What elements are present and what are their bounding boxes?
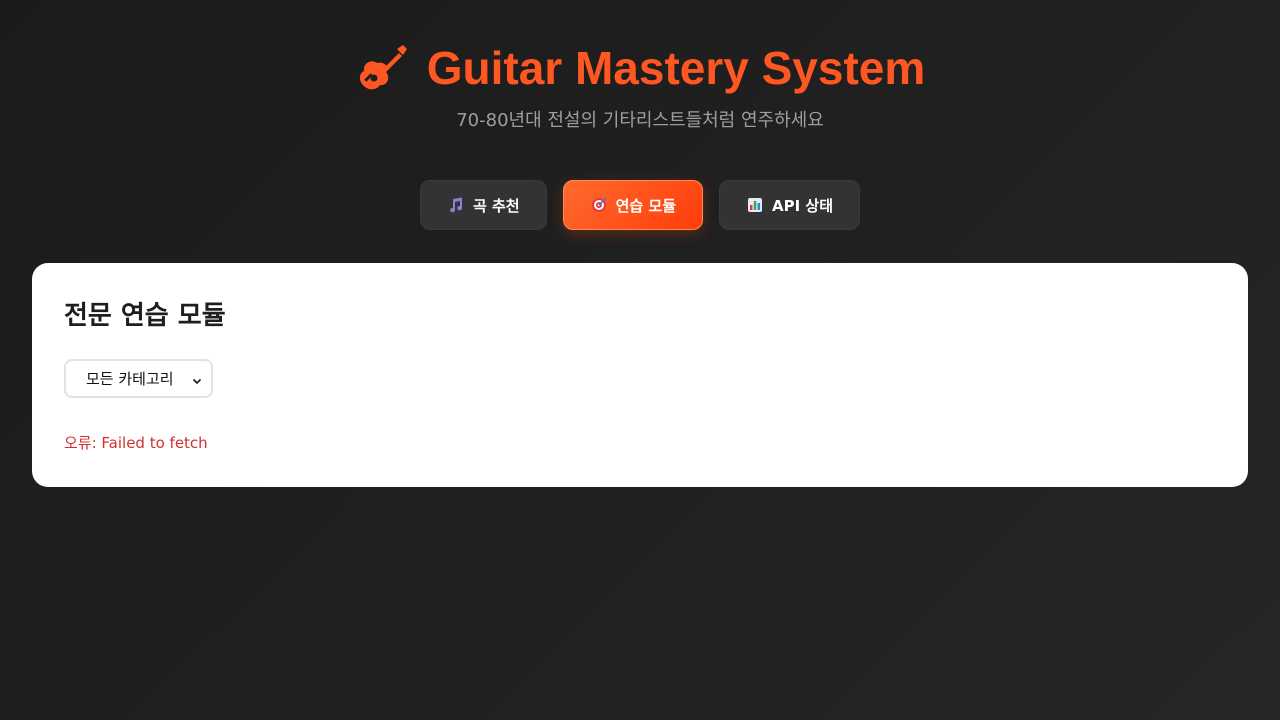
tab-practice-modules[interactable]: 연습 모듈 xyxy=(562,180,704,230)
app-title: Guitar Mastery System xyxy=(426,42,926,94)
error-message: 오류: Failed to fetch xyxy=(64,434,208,452)
category-select[interactable]: 모든 카테고리 xyxy=(64,359,213,398)
target-icon xyxy=(590,196,608,214)
panel-heading: 전문 연습 모듈 xyxy=(64,301,226,331)
tab-label: 연습 모듈 xyxy=(615,196,677,215)
practice-module-panel: 전문 연습 모듈 모든 카테고리 오류: Failed to fetch xyxy=(32,263,1248,487)
chevron-down-icon xyxy=(191,373,203,385)
tab-label: API 상태 xyxy=(772,196,834,215)
tab-label: 곡 추천 xyxy=(472,196,520,215)
tab-bar: 곡 추천 연습 모듈 API 상태 xyxy=(0,180,1280,230)
tab-api-status[interactable]: API 상태 xyxy=(719,180,861,230)
app-subtitle: 70-80년대 전설의 기타리스트들처럼 연주하세요 xyxy=(456,110,824,131)
title-row: Guitar Mastery System xyxy=(0,36,1280,100)
guitar-icon xyxy=(355,41,409,95)
bar-chart-icon xyxy=(746,196,764,214)
tab-song-recommend[interactable]: 곡 추천 xyxy=(419,180,547,230)
category-select-value: 모든 카테고리 xyxy=(86,370,174,388)
music-note-icon xyxy=(447,196,465,214)
